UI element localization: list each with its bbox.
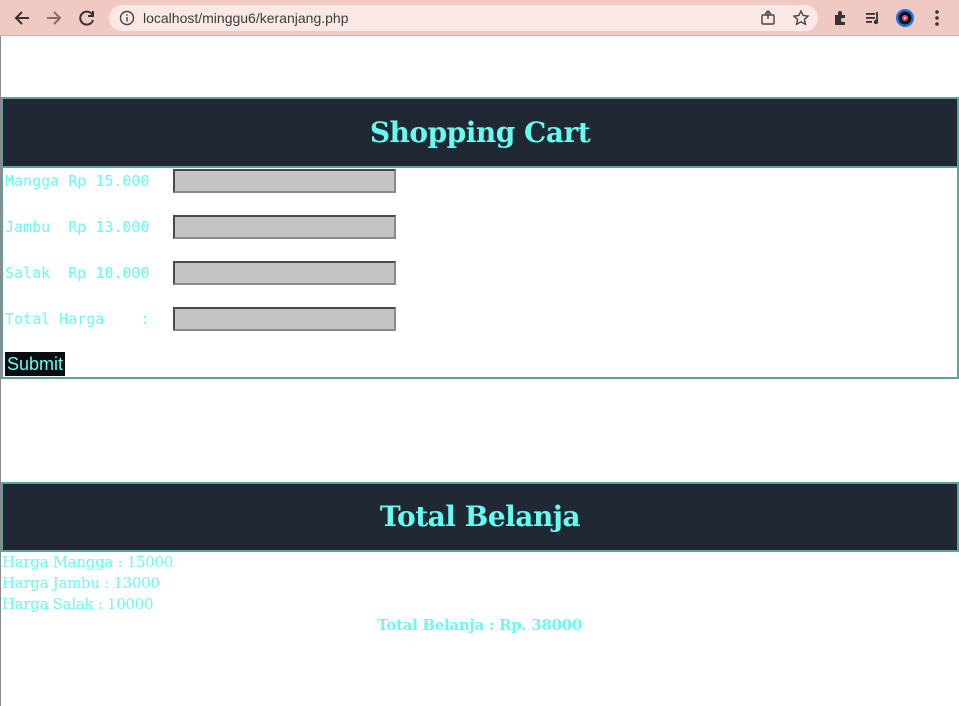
puzzle-icon[interactable] <box>831 8 851 28</box>
total-harga-input[interactable] <box>173 307 396 331</box>
forward-icon[interactable] <box>42 6 66 30</box>
total-belanja-panel: Total Belanja <box>1 482 959 552</box>
shopping-cart-title: Shopping Cart <box>3 99 957 168</box>
back-icon[interactable] <box>10 6 34 30</box>
jambu-label: Jambu Rp 13.000 <box>5 218 150 236</box>
mangga-label: Mangga Rp 15.000 <box>5 172 150 190</box>
jambu-input[interactable] <box>173 215 396 239</box>
media-icon[interactable] <box>863 8 883 28</box>
harga-salak-line: Harga Salak : 10000 <box>2 595 154 613</box>
share-icon[interactable] <box>759 9 777 27</box>
menu-icon[interactable] <box>927 8 947 28</box>
shopping-cart-panel: Shopping Cart Mangga Rp 15.000 Jambu Rp … <box>1 97 959 379</box>
star-icon[interactable] <box>792 9 810 27</box>
url-text: localhost/minggu6/keranjang.php <box>143 10 349 26</box>
salak-label: Salak Rp 10.000 <box>5 264 150 282</box>
info-icon[interactable] <box>119 10 135 26</box>
total-belanja-result: Total Belanja : Rp. 38000 <box>377 616 582 634</box>
reload-icon[interactable] <box>75 6 99 30</box>
harga-jambu-line: Harga Jambu : 13000 <box>2 574 160 592</box>
browser-toolbar: localhost/minggu6/keranjang.php <box>0 0 959 36</box>
salak-input[interactable] <box>173 261 396 285</box>
total-harga-label: Total Harga : <box>5 310 150 328</box>
profile-icon[interactable] <box>895 8 915 28</box>
total-belanja-title: Total Belanja <box>3 484 957 550</box>
address-bar[interactable]: localhost/minggu6/keranjang.php <box>109 5 818 31</box>
submit-button[interactable]: Submit <box>5 352 65 376</box>
harga-mangga-line: Harga Mangga : 15000 <box>2 553 173 571</box>
mangga-input[interactable] <box>173 169 396 193</box>
